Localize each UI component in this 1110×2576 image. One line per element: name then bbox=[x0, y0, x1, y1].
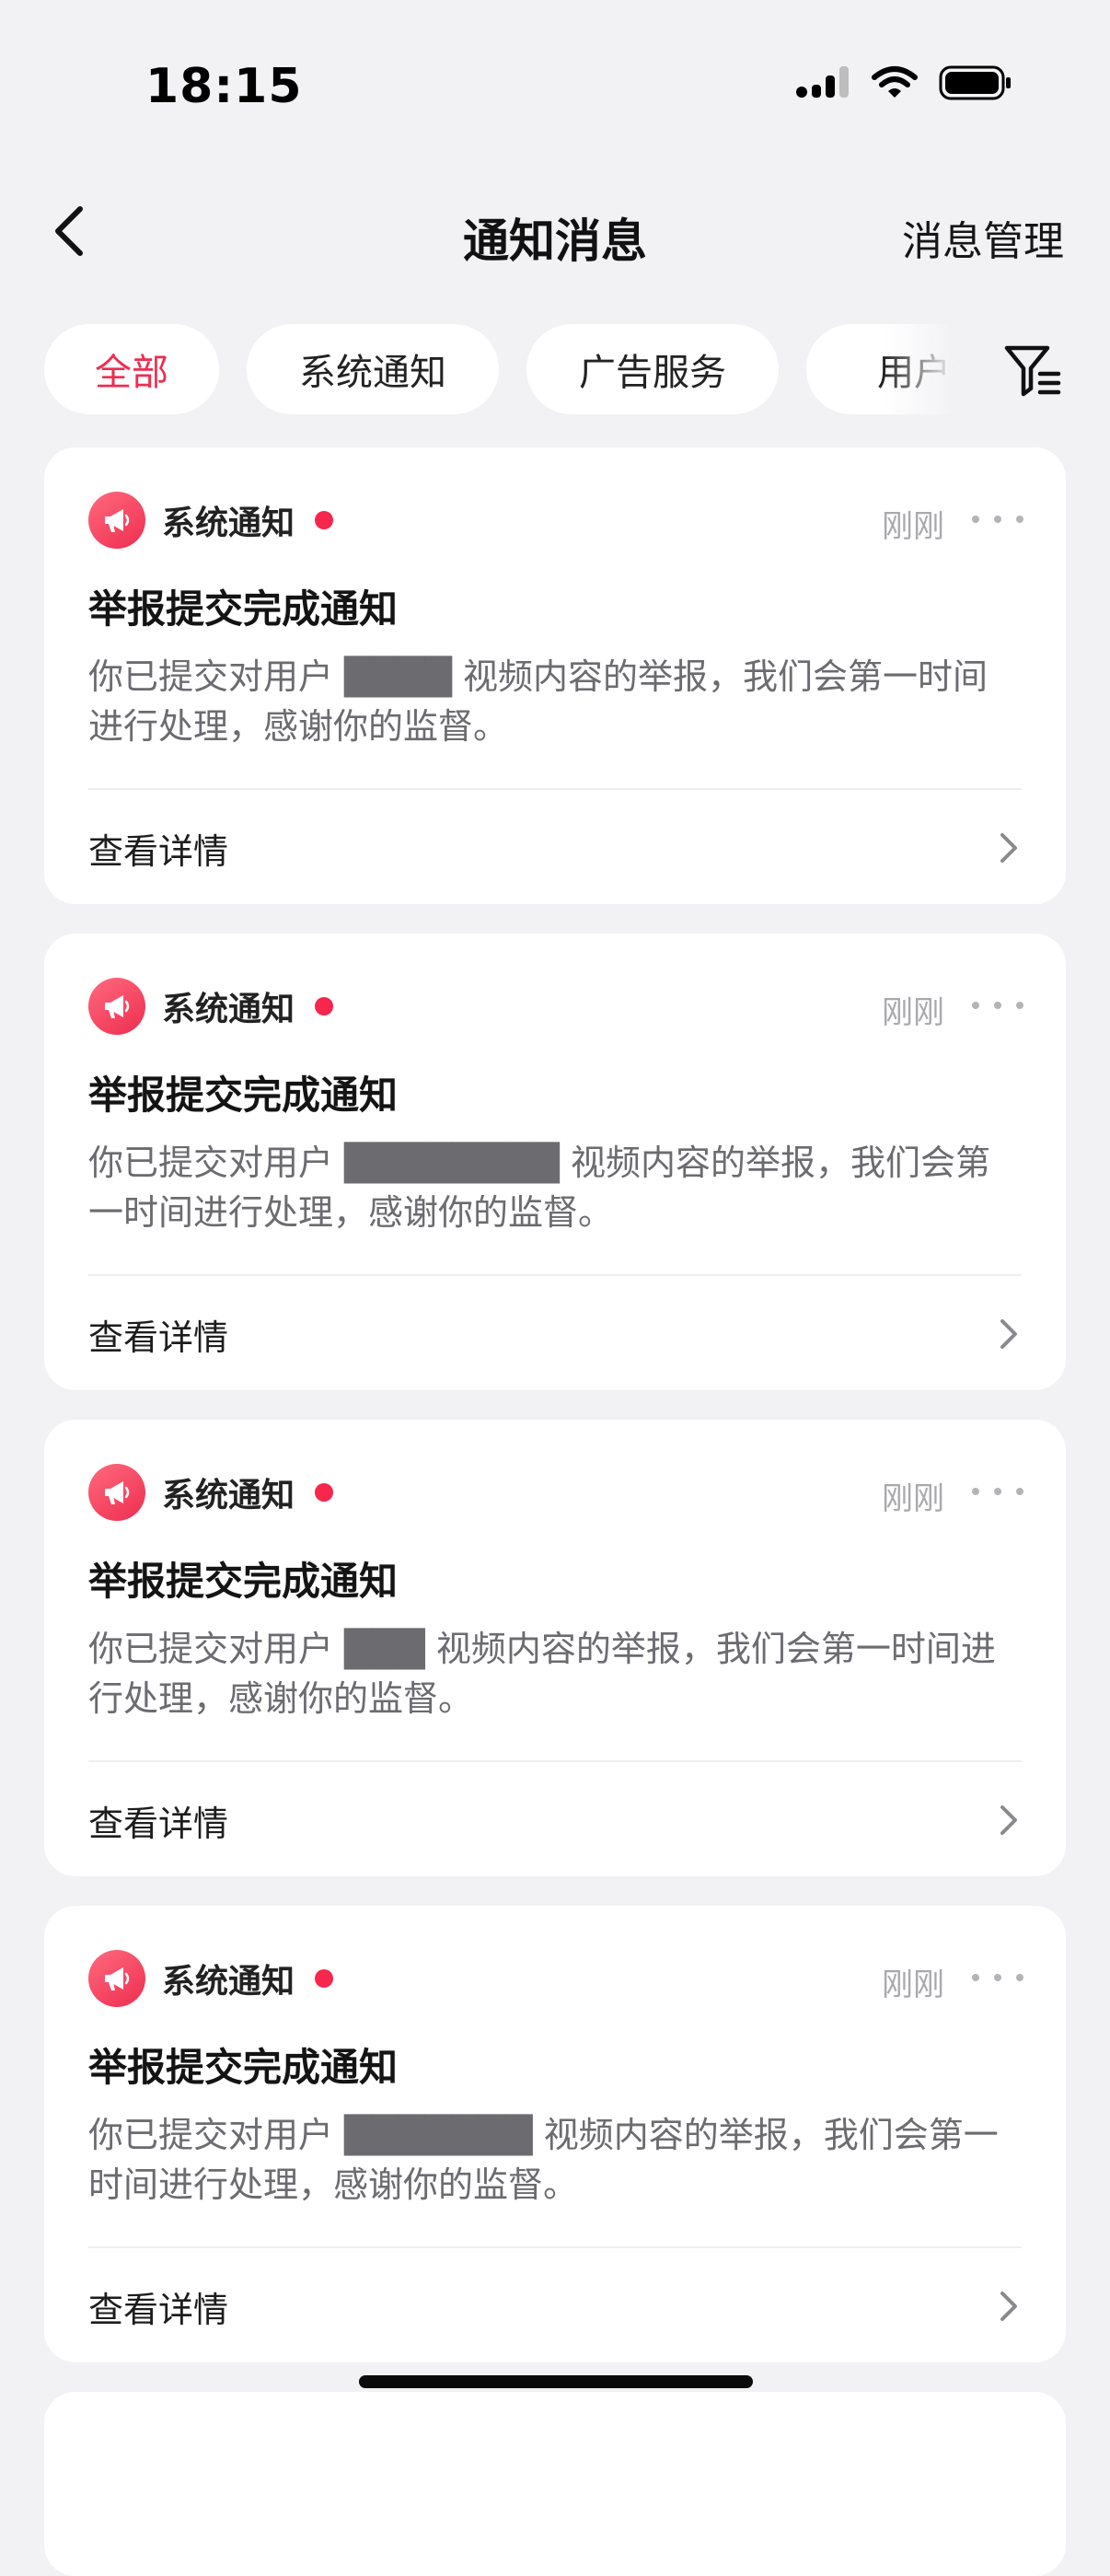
card-title: 举报提交完成通知 bbox=[88, 1073, 399, 1118]
wifi-icon bbox=[871, 64, 919, 105]
tab-system-notification[interactable]: 系统通知 bbox=[247, 324, 499, 414]
unread-dot bbox=[315, 1483, 334, 1502]
status-bar: 18:15 bbox=[0, 0, 1110, 166]
card-time: 刚刚 bbox=[882, 1967, 944, 2003]
chevron-right-icon bbox=[998, 2289, 1022, 2324]
status-icons bbox=[795, 64, 1012, 105]
home-indicator bbox=[359, 2375, 753, 2388]
view-details-label: 查看详情 bbox=[88, 1804, 229, 1844]
notification-card[interactable]: 系统通知 刚刚 举报提交完成通知 你已提交对用户 ████ 视频内容的举报，我们… bbox=[44, 447, 1066, 904]
chevron-right-icon bbox=[998, 1317, 1022, 1352]
filter-icon bbox=[1001, 345, 1064, 405]
source-name: 系统通知 bbox=[162, 505, 295, 542]
view-details-row[interactable]: 查看详情 bbox=[44, 1276, 1066, 1390]
megaphone-icon bbox=[88, 978, 145, 1035]
unread-dot bbox=[315, 1969, 334, 1988]
card-source: 系统通知 bbox=[88, 1950, 334, 2007]
view-details-row[interactable]: 查看详情 bbox=[44, 790, 1066, 904]
battery-icon bbox=[939, 64, 1012, 105]
chevron-right-icon bbox=[998, 830, 1022, 865]
card-title: 举报提交完成通知 bbox=[88, 2045, 399, 2090]
source-name: 系统通知 bbox=[162, 1477, 295, 1514]
chevron-right-icon bbox=[998, 1803, 1022, 1838]
status-time: 18:15 bbox=[145, 59, 303, 114]
card-source: 系统通知 bbox=[88, 1464, 334, 1521]
unread-dot bbox=[315, 997, 334, 1015]
card-time: 刚刚 bbox=[882, 1480, 944, 1517]
more-dots-icon[interactable] bbox=[972, 1959, 1023, 1996]
nav-header: 通知消息 消息管理 bbox=[0, 184, 1110, 285]
notification-card[interactable]: 系统通知 刚刚 举报提交完成通知 你已提交对用户 ████████ 视频内容的举… bbox=[44, 934, 1066, 1390]
notification-card[interactable]: 系统通知 刚刚 举报提交完成通知 你已提交对用户 ███████ 视频内容的举报… bbox=[44, 1906, 1066, 2362]
card-body: 你已提交对用户 ████ 视频内容的举报，我们会第一时间进行处理，感谢你的监督。 bbox=[88, 656, 989, 747]
message-management-button[interactable]: 消息管理 bbox=[902, 208, 1064, 267]
view-details-label: 查看详情 bbox=[88, 2290, 229, 2330]
card-body: 你已提交对用户 ███ 视频内容的举报，我们会第一时间进行处理，感谢你的监督。 bbox=[88, 1629, 996, 1719]
source-name: 系统通知 bbox=[162, 1963, 295, 2001]
view-details-row[interactable]: 查看详情 bbox=[44, 1762, 1066, 1876]
tab-all[interactable]: 全部 bbox=[44, 324, 219, 414]
notification-card[interactable]: 系统通知 刚刚 举报提交完成通知 你已提交对用户 ███ 视频内容的举报，我们会… bbox=[44, 1420, 1066, 1876]
category-tabs: 全部 系统通知 广告服务 用户订 bbox=[44, 324, 965, 416]
megaphone-icon bbox=[88, 1464, 145, 1521]
tab-ad-service[interactable]: 广告服务 bbox=[526, 324, 779, 414]
cellular-signal-icon bbox=[795, 64, 850, 105]
view-details-label: 查看详情 bbox=[88, 831, 229, 872]
more-dots-icon[interactable] bbox=[972, 987, 1023, 1024]
filter-button[interactable] bbox=[1001, 339, 1064, 401]
more-dots-icon[interactable] bbox=[972, 1473, 1023, 1510]
source-name: 系统通知 bbox=[162, 991, 295, 1028]
card-time: 刚刚 bbox=[882, 508, 944, 545]
card-source: 系统通知 bbox=[88, 492, 334, 549]
card-title: 举报提交完成通知 bbox=[88, 586, 399, 632]
tabs-fade-overlay bbox=[884, 324, 985, 416]
more-dots-icon[interactable] bbox=[972, 501, 1023, 538]
megaphone-icon bbox=[88, 1950, 145, 2007]
card-time: 刚刚 bbox=[882, 994, 944, 1031]
view-details-row[interactable]: 查看详情 bbox=[44, 2248, 1066, 2362]
card-body: 你已提交对用户 ███████ 视频内容的举报，我们会第一时间进行处理，感谢你的… bbox=[88, 2115, 999, 2205]
unread-dot bbox=[315, 511, 334, 529]
megaphone-icon bbox=[88, 492, 145, 549]
view-details-label: 查看详情 bbox=[88, 1317, 229, 1358]
card-title: 举报提交完成通知 bbox=[88, 1559, 399, 1604]
card-source: 系统通知 bbox=[88, 978, 334, 1035]
card-body: 你已提交对用户 ████████ 视频内容的举报，我们会第一时间进行处理，感谢你… bbox=[88, 1143, 990, 1233]
notification-card-partial[interactable] bbox=[44, 2392, 1066, 2576]
